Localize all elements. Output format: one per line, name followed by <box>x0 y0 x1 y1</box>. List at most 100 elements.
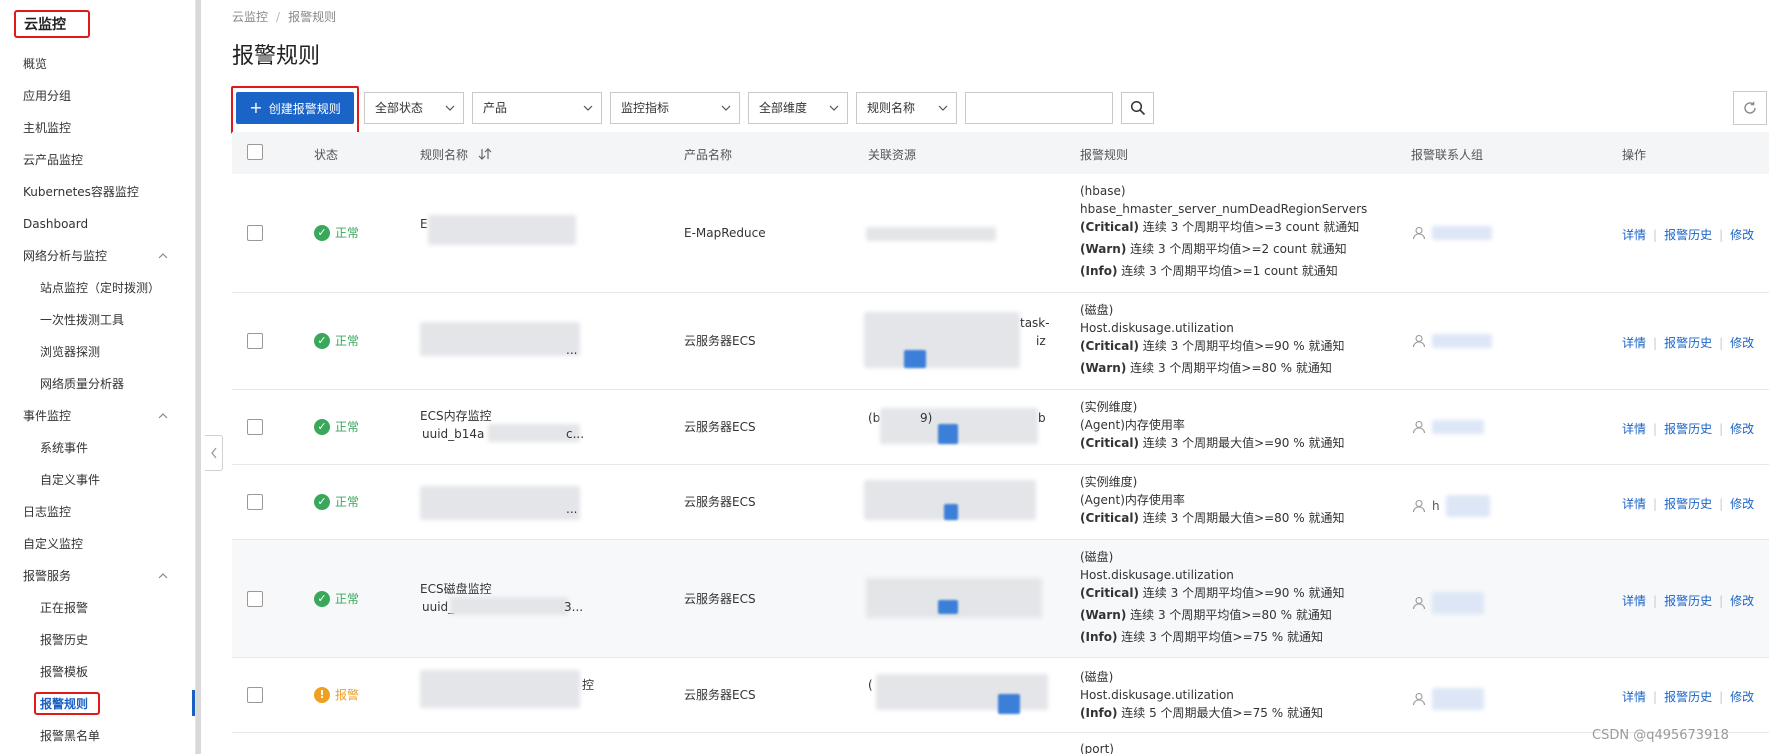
detail-link[interactable]: 详情 <box>1622 228 1646 242</box>
sidebar-item-alarm-blacklist[interactable]: 报警黑名单 <box>40 726 100 746</box>
divider: | <box>1653 228 1658 242</box>
detail-link[interactable]: 详情 <box>1622 690 1646 704</box>
sidebar-item-cloud-product[interactable]: 云产品监控 <box>23 150 83 170</box>
rule-line: (Warn) 连续 3 个周期平均值>=2 count 就通知 <box>1080 240 1347 258</box>
resource-fragment: b <box>1038 411 1046 425</box>
contact-group[interactable] <box>1412 592 1484 614</box>
sidebar-item-custom-monitor[interactable]: 自定义监控 <box>23 534 83 554</box>
create-alarm-rule-button[interactable]: + 创建报警规则 <box>236 92 354 124</box>
history-link[interactable]: 报警历史 <box>1664 594 1712 608</box>
breadcrumb-root[interactable]: 云监控 <box>232 10 268 24</box>
sidebar-item-network-quality[interactable]: 网络质量分析器 <box>40 374 124 394</box>
edit-link[interactable]: 修改 <box>1730 690 1754 704</box>
redacted-area <box>1432 688 1484 710</box>
row-checkbox[interactable] <box>247 494 263 510</box>
redacted-area <box>866 227 996 241</box>
metric-filter-select[interactable]: 监控指标 <box>610 92 740 124</box>
rule-line: (磁盘) <box>1080 550 1114 564</box>
rule-line: (port) <box>1080 742 1114 754</box>
select-all-checkbox[interactable] <box>247 144 263 160</box>
rule-text: 连续 3 个周期平均值>=80 % 就通知 <box>1126 608 1332 622</box>
search-button[interactable] <box>1121 92 1154 124</box>
sidebar-collapse-button[interactable] <box>205 435 223 471</box>
row-checkbox[interactable] <box>247 333 263 349</box>
row-checkbox[interactable] <box>247 687 263 703</box>
sort-icon[interactable] <box>478 148 492 160</box>
contact-group[interactable] <box>1412 420 1484 434</box>
contact-group[interactable] <box>1412 688 1484 710</box>
sidebar-item-dashboard[interactable]: Dashboard <box>23 214 88 234</box>
chevron-up-icon[interactable] <box>158 411 168 421</box>
history-link[interactable]: 报警历史 <box>1664 336 1712 350</box>
rule-line: (Info) 连续 3 个周期平均值>=1 count 就通知 <box>1080 262 1338 280</box>
row-checkbox[interactable] <box>247 591 263 607</box>
chevron-down-icon <box>721 105 731 111</box>
row-checkbox[interactable] <box>247 419 263 435</box>
status-filter-select[interactable]: 全部状态 <box>364 92 464 124</box>
sidebar-item-kubernetes[interactable]: Kubernetes容器监控 <box>23 182 139 202</box>
chevron-down-icon <box>445 105 455 111</box>
level-label: (Info) <box>1080 264 1118 278</box>
detail-link[interactable]: 详情 <box>1622 336 1646 350</box>
divider: | <box>1719 228 1724 242</box>
history-link[interactable]: 报警历史 <box>1664 228 1712 242</box>
rule-text: 连续 3 个周期平均值>=2 count 就通知 <box>1126 242 1347 256</box>
rule-line: (Info) 连续 3 个周期平均值>=75 % 就通知 <box>1080 628 1323 646</box>
sidebar-item-probe-tool[interactable]: 一次性拨测工具 <box>40 310 124 330</box>
sidebar-item-alarm-templates[interactable]: 报警模板 <box>40 662 88 682</box>
column-header-name[interactable]: 规则名称 <box>420 146 492 163</box>
sidebar-item-alarm-rules[interactable]: 报警规则 <box>40 694 88 714</box>
edit-link[interactable]: 修改 <box>1730 422 1754 436</box>
search-input[interactable] <box>965 92 1113 124</box>
edit-link[interactable]: 修改 <box>1730 228 1754 242</box>
rule-line: (磁盘) <box>1080 303 1114 317</box>
sidebar-item-browser-probe[interactable]: 浏览器探测 <box>40 342 100 362</box>
edit-link[interactable]: 修改 <box>1730 497 1754 511</box>
redacted-area <box>420 486 580 520</box>
user-icon <box>1412 334 1426 348</box>
row-actions: 详情 | 报警历史 | 修改 <box>1622 334 1754 351</box>
rule-line: (Critical) 连续 3 个周期最大值>=90 % 就通知 <box>1080 434 1344 452</box>
search-field-select[interactable]: 规则名称 <box>856 92 957 124</box>
table-row <box>232 733 1769 754</box>
sidebar-item-log-monitor[interactable]: 日志监控 <box>23 502 71 522</box>
sidebar-item-active-alarms[interactable]: 正在报警 <box>40 598 88 618</box>
detail-link[interactable]: 详情 <box>1622 594 1646 608</box>
sidebar-item-network[interactable]: 网络分析与监控 <box>23 246 107 266</box>
chevron-up-icon[interactable] <box>158 571 168 581</box>
rule-name[interactable]: E <box>420 215 428 233</box>
detail-link[interactable]: 详情 <box>1622 497 1646 511</box>
rule-text: 连续 3 个周期平均值>=90 % 就通知 <box>1138 339 1345 353</box>
chevron-up-icon[interactable] <box>158 251 168 261</box>
sidebar-scrollbar[interactable] <box>196 0 201 754</box>
sidebar-item-host-monitor[interactable]: 主机监控 <box>23 118 71 138</box>
dimension-filter-select[interactable]: 全部维度 <box>748 92 848 124</box>
edit-link[interactable]: 修改 <box>1730 594 1754 608</box>
sidebar-item-custom-events[interactable]: 自定义事件 <box>40 470 100 490</box>
sidebar-item-site-monitor[interactable]: 站点监控（定时拨测） <box>40 278 160 298</box>
history-link[interactable]: 报警历史 <box>1664 422 1712 436</box>
redacted-area <box>420 322 580 356</box>
rule-name[interactable]: ECS磁盘监控 <box>420 580 492 598</box>
contact-group[interactable] <box>1412 226 1492 240</box>
sidebar-item-app-groups[interactable]: 应用分组 <box>23 86 71 106</box>
page-title: 报警规则 <box>232 44 321 69</box>
refresh-button[interactable] <box>1733 91 1767 125</box>
status-label: 正常 <box>335 592 360 606</box>
history-link[interactable]: 报警历史 <box>1664 497 1712 511</box>
rule-name[interactable]: ECS内存监控 <box>420 407 492 425</box>
sidebar-item-alarm-service[interactable]: 报警服务 <box>23 566 71 586</box>
edit-link[interactable]: 修改 <box>1730 336 1754 350</box>
product-filter-select[interactable]: 产品 <box>472 92 602 124</box>
row-checkbox[interactable] <box>247 225 263 241</box>
contact-group[interactable] <box>1412 334 1492 348</box>
sidebar-item-overview[interactable]: 概览 <box>23 54 47 74</box>
contact-group[interactable]: h <box>1412 495 1490 517</box>
detail-link[interactable]: 详情 <box>1622 422 1646 436</box>
sidebar-item-alarm-history[interactable]: 报警历史 <box>40 630 88 650</box>
history-link[interactable]: 报警历史 <box>1664 690 1712 704</box>
rule-line: (Critical) 连续 3 个周期平均值>=3 count 就通知 <box>1080 218 1359 236</box>
sidebar-item-system-events[interactable]: 系统事件 <box>40 438 88 458</box>
redacted-area <box>938 424 958 444</box>
sidebar-item-event-monitor[interactable]: 事件监控 <box>23 406 71 426</box>
